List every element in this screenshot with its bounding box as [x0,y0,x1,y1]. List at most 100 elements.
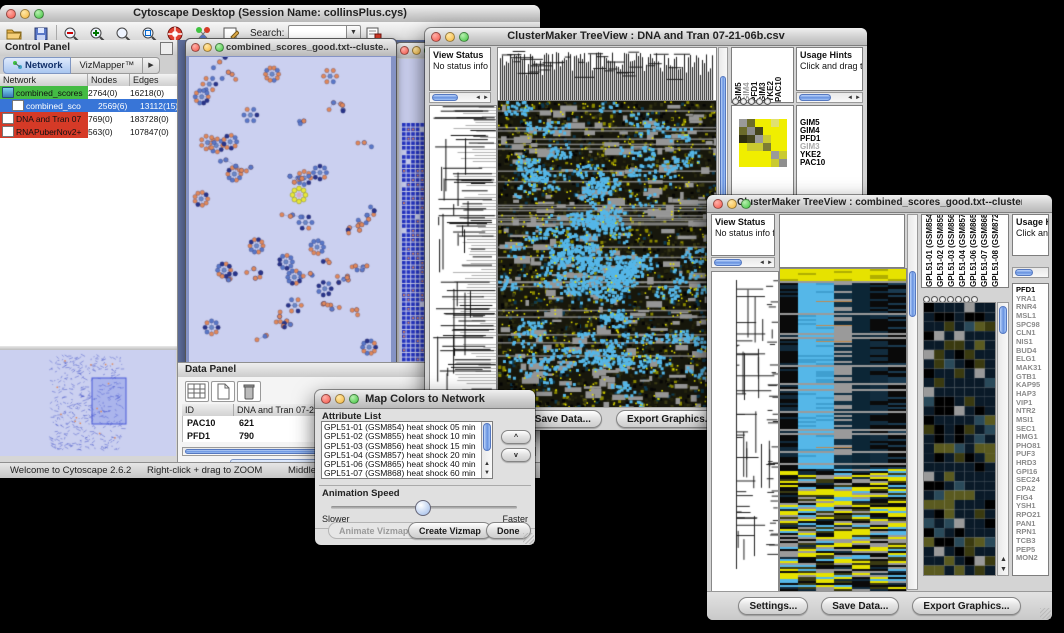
minimize-button[interactable] [20,9,30,19]
new-attribute-icon[interactable] [211,381,235,402]
array-label[interactable]: GPL51-06 (GSM865) [969,215,980,287]
matrix-cell [779,159,787,167]
tv2-export-graphics-button[interactable]: Export Graphics... [912,597,1020,615]
matrix-cell [739,127,747,135]
gene-label[interactable]: PAC10 [800,159,862,167]
array-label[interactable]: GPL51-07 (GSM868) [980,215,991,287]
tv1-column-dendrogram[interactable] [497,47,717,101]
close-button[interactable] [191,43,200,52]
row-id: PFD1 [183,431,239,441]
network-table-row[interactable]: combined_scores2764(0)16218(0) [0,86,177,99]
mini-zoom-button[interactable] [748,98,755,105]
array-label[interactable]: GPL51-04 (GSM857) [958,215,969,287]
tv1-usage-hints: Usage HintsClick and drag to [796,47,863,91]
animate-vizmap-button[interactable]: Animate Vizmap [328,522,419,539]
inner-window1-titlebar[interactable]: combined_scores_good.txt--cluste... [186,39,396,56]
desktop: { "main": { "title": "Cytoscape Desktop … [0,0,1064,633]
tv2-usage-hints: Usage HintsClick and [1012,214,1049,256]
main-title-bar[interactable]: Cytoscape Desktop (Session Name: collins… [0,5,540,23]
matrix-cell [739,159,747,167]
network-name-cell: combined_sco [0,99,98,112]
float-panel-icon[interactable] [160,42,173,55]
col-nodes[interactable]: Nodes [88,74,130,86]
zoom-button[interactable] [215,43,224,52]
tv1-heatmap[interactable] [497,100,717,410]
network-table-row[interactable]: combined_sco2569(6)13112(15) [0,99,177,112]
tv2-save-data-button[interactable]: Save Data... [821,597,899,615]
col-id[interactable]: ID [182,404,234,416]
tv1-hints-hscrollbar[interactable]: ◄► [796,92,863,103]
resize-grip[interactable] [1040,608,1051,619]
control-panel-title: Control Panel [5,42,70,53]
network-overview[interactable] [0,350,176,456]
mini-zoom-button[interactable] [756,98,763,105]
minimize-button[interactable] [412,46,421,55]
col-edges[interactable]: Edges [130,74,177,86]
close-button[interactable] [321,394,331,404]
tv2-hints-hscrollbar[interactable] [1012,267,1049,278]
zoom-button[interactable] [741,199,751,209]
zoom-button[interactable] [349,394,359,404]
move-up-button[interactable]: ^ [501,430,531,444]
tv1-row-dendrogram[interactable] [429,105,497,410]
array-label[interactable]: GPL51-02 (GSM855) [936,215,947,287]
array-label[interactable]: PAC10 [774,48,782,102]
close-button[interactable] [431,32,441,42]
tv2-vscrollbar[interactable] [907,214,918,590]
edges-count: 107847(0) [130,127,177,137]
matrix-cell [771,143,779,151]
dialog-title-bar[interactable]: Map Colors to Network [315,390,535,409]
speed-slider-thumb[interactable] [415,500,431,516]
tv2-button-bar: Settings... Save Data... Export Graphics… [707,591,1052,620]
array-label[interactable]: GPL51-01 (GSM854) [925,215,936,287]
matrix-cell [763,143,771,151]
network-table-row[interactable]: DNA and Tran 07769(0)183728(0) [0,112,177,125]
dialog-title: Map Colors to Network [345,393,505,405]
doc-icon [2,113,14,124]
network-table-row[interactable]: RNAPuberNov2+563(0)107847(0) [0,125,177,138]
tv2-detail-vscrollbar[interactable]: ▲ ▼ [997,302,1009,576]
tv2-title-bar[interactable]: ClusterMaker TreeView : combined_scores_… [707,195,1052,213]
table-grid-icon[interactable] [185,381,209,402]
tab-more-button[interactable]: ▶ [143,57,159,74]
trash-icon[interactable] [237,381,261,402]
tv2-row-dendrogram[interactable] [711,271,779,592]
dialog-resize-grip[interactable] [523,533,534,544]
mini-zoom-button[interactable] [732,98,739,105]
zoom-button[interactable] [459,32,469,42]
gene-label[interactable]: MON2 [1016,554,1048,563]
tv2-settings-button[interactable]: Settings... [738,597,808,615]
create-vizmap-button[interactable]: Create Vizmap [408,522,492,539]
matrix-cell [763,127,771,135]
tv2-status-hscrollbar[interactable]: ◄► [711,257,775,268]
matrix-cell [747,143,755,151]
minimize-button[interactable] [727,199,737,209]
tv1-status-hscrollbar[interactable]: ◄► [429,92,491,103]
zoom-button[interactable] [34,9,44,19]
attribute-list-item[interactable]: GPL51-07 (GSM868) heat shock 60 min [322,469,480,478]
tab-network[interactable]: Network [3,57,71,74]
tv2-heatmap[interactable] [779,268,907,592]
tv1-zoom-buttons[interactable] [732,92,772,101]
close-button[interactable] [400,46,409,55]
close-button[interactable] [6,9,16,19]
tab-vizmapper[interactable]: VizMapper™ [71,57,143,74]
mini-zoom-button[interactable] [764,98,771,105]
minimize-button[interactable] [335,394,345,404]
tv2-zoom-buttons[interactable] [923,290,979,299]
col-network[interactable]: Network [0,74,88,86]
tv2-column-dendrogram[interactable] [779,214,905,268]
status-welcome: Welcome to Cytoscape 2.6.2 [10,465,131,476]
network-canvas[interactable] [189,57,391,362]
tv1-save-data-button[interactable]: Save Data... [524,410,602,428]
minimize-button[interactable] [445,32,455,42]
array-label[interactable]: GPL51-08 (GSM872) [991,215,1002,287]
array-label[interactable]: GPL51-03 (GSM856) [947,215,958,287]
minimize-button[interactable] [203,43,212,52]
move-down-button[interactable]: v [501,448,531,462]
mini-zoom-button[interactable] [740,98,747,105]
tv1-title-bar[interactable]: ClusterMaker TreeView : DNA and Tran 07-… [425,28,867,46]
tv2-detail-heatmap[interactable] [923,302,996,576]
attribute-listbox[interactable]: GPL51-01 (GSM854) heat shock 05 minGPL51… [321,421,493,479]
close-button[interactable] [713,199,723,209]
